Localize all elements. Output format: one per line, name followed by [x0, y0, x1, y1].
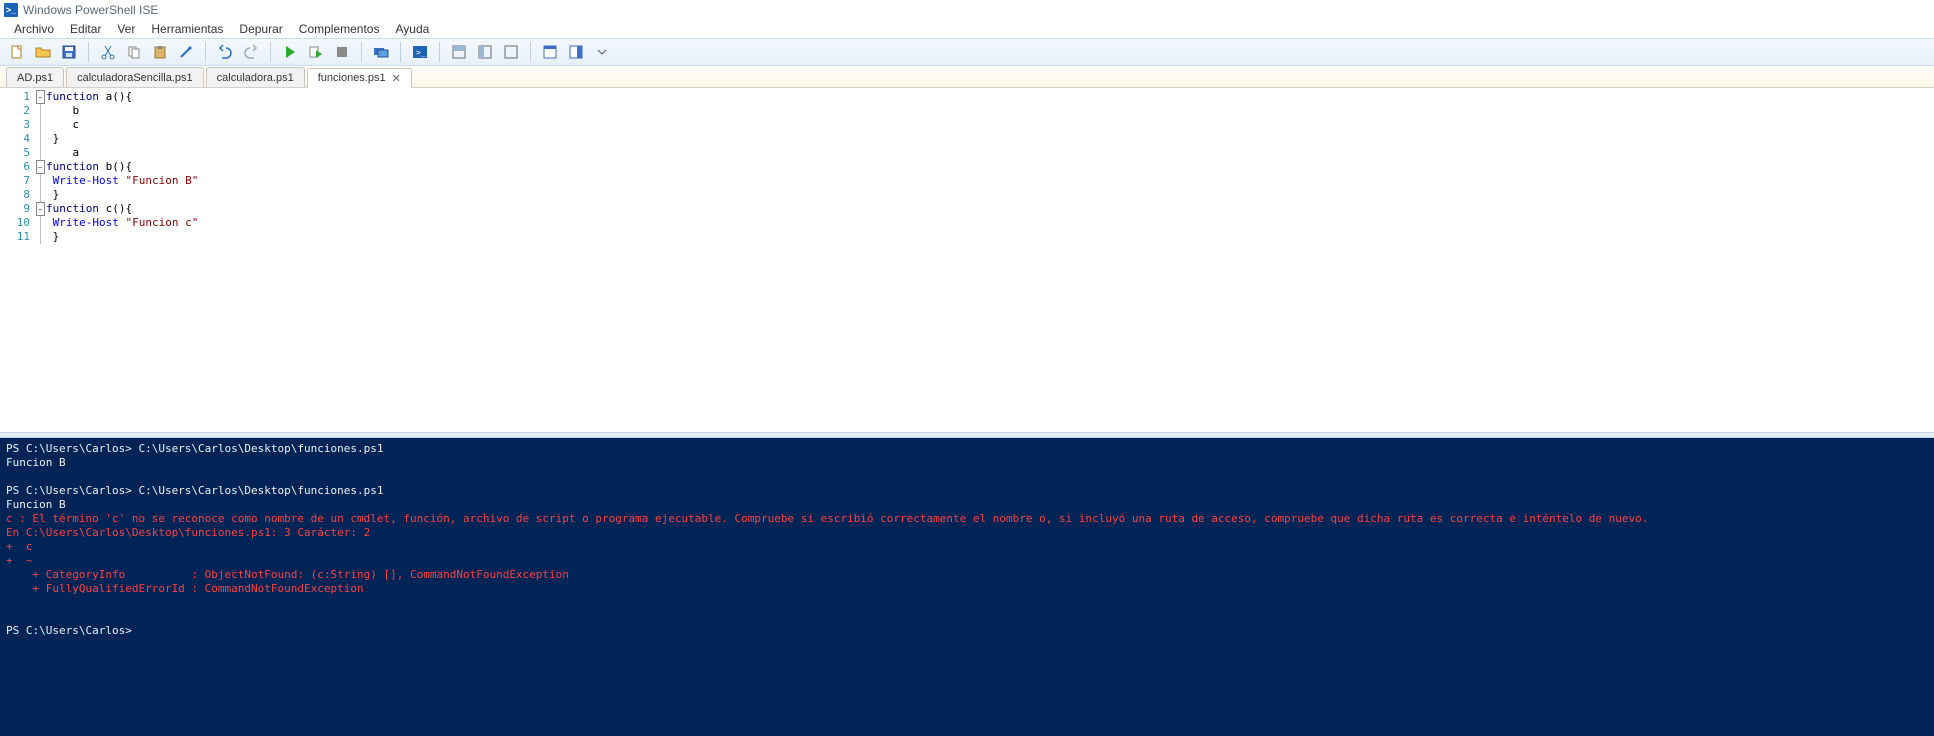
undo-icon[interactable]	[214, 41, 236, 63]
save-icon[interactable]	[58, 41, 80, 63]
stop-icon[interactable]	[331, 41, 353, 63]
toolbar-separator	[88, 42, 89, 62]
layout-console-icon[interactable]	[500, 41, 522, 63]
menu-bar: Archivo Editar Ver Herramientas Depurar …	[0, 20, 1934, 38]
toolbar-dropdown-icon[interactable]	[591, 41, 613, 63]
tab-label: calculadoraSencilla.ps1	[77, 72, 193, 84]
menu-herramientas[interactable]: Herramientas	[143, 20, 231, 38]
svg-text:>_: >_	[416, 48, 426, 57]
fold-toggle-icon[interactable]: −	[36, 160, 45, 174]
menu-ayuda[interactable]: Ayuda	[387, 20, 437, 38]
app-icon: >_	[4, 3, 18, 17]
new-file-icon[interactable]	[6, 41, 28, 63]
script-editor[interactable]: 1234567891011 − − − function a(){ b c } af…	[0, 88, 1934, 432]
window-title: Windows PowerShell ISE	[23, 3, 158, 17]
toolbar-separator	[361, 42, 362, 62]
copy-icon[interactable]	[123, 41, 145, 63]
toolbar-separator	[205, 42, 206, 62]
tab-calculadora[interactable]: calculadora.ps1	[206, 67, 305, 87]
toolbar: >_	[0, 38, 1934, 66]
remote-icon[interactable]	[370, 41, 392, 63]
fold-toggle-icon[interactable]: −	[36, 202, 45, 216]
run-icon[interactable]	[279, 41, 301, 63]
code-area[interactable]: function a(){ b c } afunction b(){ Write…	[46, 88, 198, 432]
line-number-gutter: 1234567891011	[0, 88, 34, 432]
layout-script-top-icon[interactable]	[448, 41, 470, 63]
menu-complementos[interactable]: Complementos	[291, 20, 388, 38]
close-icon[interactable]: ✕	[392, 72, 401, 85]
tab-funciones[interactable]: funciones.ps1 ✕	[307, 68, 412, 88]
clear-icon[interactable]	[175, 41, 197, 63]
toolbar-separator	[530, 42, 531, 62]
menu-depurar[interactable]: Depurar	[231, 20, 290, 38]
toolbar-separator	[439, 42, 440, 62]
open-folder-icon[interactable]	[32, 41, 54, 63]
tab-calculadora-sencilla[interactable]: calculadoraSencilla.ps1	[66, 67, 204, 87]
tab-strip: AD.ps1 calculadoraSencilla.ps1 calculado…	[0, 66, 1934, 88]
redo-icon[interactable]	[240, 41, 262, 63]
show-script-pane-icon[interactable]	[539, 41, 561, 63]
tab-label: AD.ps1	[17, 72, 53, 84]
tab-label: funciones.ps1	[318, 72, 386, 84]
menu-editar[interactable]: Editar	[62, 20, 109, 38]
run-selection-icon[interactable]	[305, 41, 327, 63]
paste-icon[interactable]	[149, 41, 171, 63]
menu-ver[interactable]: Ver	[109, 20, 143, 38]
fold-toggle-icon[interactable]: −	[36, 90, 45, 104]
console-pane[interactable]: PS C:\Users\Carlos> C:\Users\Carlos\Desk…	[0, 438, 1934, 736]
powershell-icon[interactable]: >_	[409, 41, 431, 63]
title-bar: >_ Windows PowerShell ISE	[0, 0, 1934, 20]
cut-icon[interactable]	[97, 41, 119, 63]
show-command-addon-icon[interactable]	[565, 41, 587, 63]
menu-archivo[interactable]: Archivo	[6, 20, 62, 38]
layout-side-icon[interactable]	[474, 41, 496, 63]
tab-label: calculadora.ps1	[217, 72, 294, 84]
tab-ad[interactable]: AD.ps1	[6, 67, 64, 87]
toolbar-separator	[400, 42, 401, 62]
fold-column: − − −	[34, 88, 46, 432]
toolbar-separator	[270, 42, 271, 62]
